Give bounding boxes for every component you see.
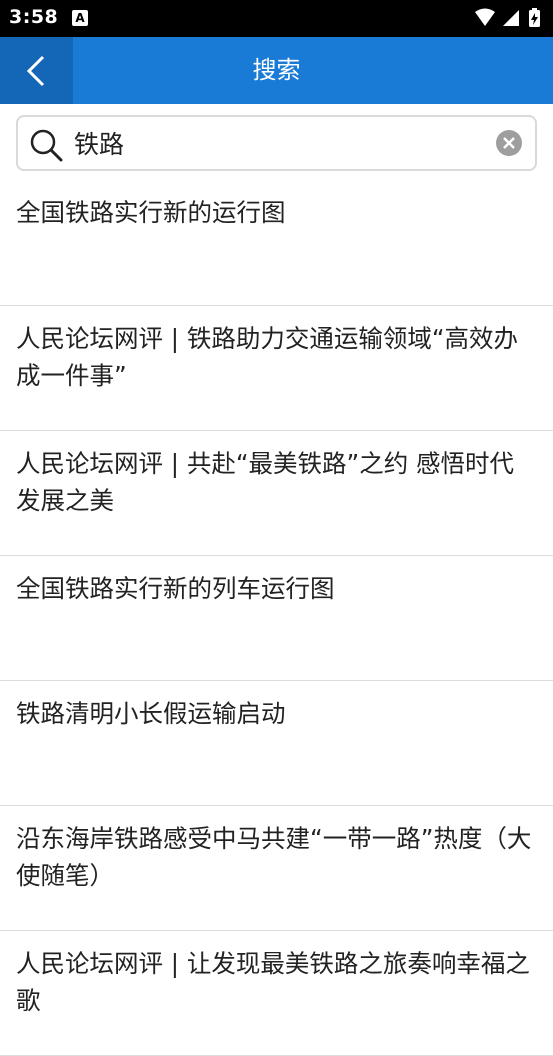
list-item[interactable]: 全国铁路实行新的列车运行图 — [0, 556, 553, 681]
back-arrow-icon — [26, 55, 45, 87]
result-title: 人民论坛网评 | 让发现最美铁路之旅奏响幸福之歌 — [16, 949, 530, 1015]
list-item[interactable]: 沿东海岸铁路感受中马共建“一带一路”热度（大使随笔） — [0, 806, 553, 931]
search-input[interactable] — [74, 125, 484, 161]
result-title: 人民论坛网评 | 共赴“最美铁路”之约 感悟时代发展之美 — [16, 449, 515, 515]
wifi-icon — [475, 8, 495, 26]
list-item[interactable]: 全国铁路实行新的运行图 — [0, 180, 553, 306]
signal-icon — [503, 10, 519, 26]
search-box[interactable] — [16, 115, 537, 171]
app-bar: 搜索 — [0, 37, 553, 104]
status-bar: 3:58 A — [0, 0, 553, 37]
status-time: 3:58 — [9, 6, 59, 28]
page-title: 搜索 — [252, 56, 301, 84]
result-title: 人民论坛网评 | 铁路助力交通运输领域“高效办成一件事” — [16, 324, 519, 390]
list-item[interactable]: 人民论坛网评 | 铁路助力交通运输领域“高效办成一件事” — [0, 306, 553, 431]
result-title: 全国铁路实行新的运行图 — [16, 198, 286, 227]
notification-a-icon: A — [72, 10, 88, 26]
search-icon — [30, 129, 63, 162]
results-list: 全国铁路实行新的运行图 人民论坛网评 | 铁路助力交通运输领域“高效办成一件事”… — [0, 180, 553, 1056]
clear-search-icon[interactable] — [495, 129, 523, 157]
list-item[interactable]: 铁路清明小长假运输启动 — [0, 681, 553, 806]
result-title: 沿东海岸铁路感受中马共建“一带一路”热度（大使随笔） — [16, 824, 532, 890]
list-item[interactable]: 人民论坛网评 | 共赴“最美铁路”之约 感悟时代发展之美 — [0, 431, 553, 556]
result-title: 全国铁路实行新的列车运行图 — [16, 574, 335, 603]
result-title: 铁路清明小长假运输启动 — [16, 699, 286, 728]
back-button[interactable] — [0, 37, 73, 104]
battery-charging-icon — [529, 8, 540, 27]
status-icons — [473, 7, 545, 29]
list-item[interactable]: 人民论坛网评 | 让发现最美铁路之旅奏响幸福之歌 — [0, 931, 553, 1056]
